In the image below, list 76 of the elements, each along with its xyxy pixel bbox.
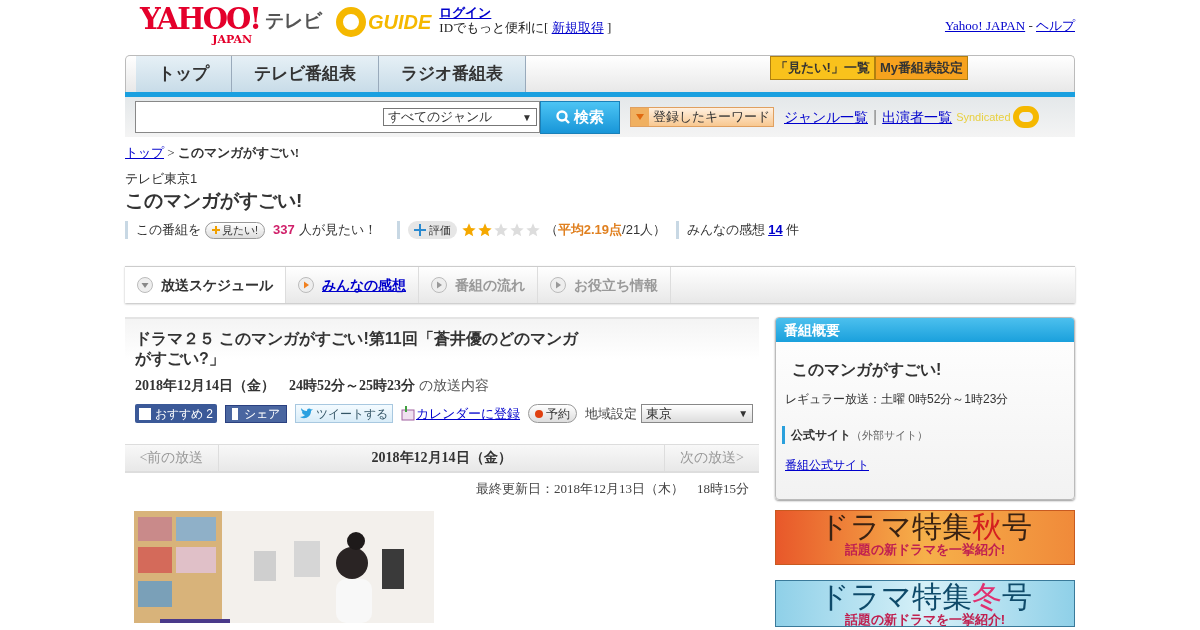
- yahoo-link[interactable]: Yahoo! JAPAN: [944, 18, 1026, 33]
- banner-title: ドラマ特集冬号: [818, 581, 1032, 613]
- official-site-link[interactable]: 番組公式サイト: [785, 456, 869, 474]
- reserve-button[interactable]: 予約: [528, 404, 578, 424]
- nav-tab[interactable]: ラジオ番組表: [379, 56, 526, 92]
- promo-banner[interactable]: ドラマ特集冬号 話題の新ドラマを一挙紹介!: [775, 580, 1075, 627]
- airtime-suffix: の放送内容: [418, 377, 489, 393]
- promo-banner[interactable]: ドラマ特集秋号 話題の新ドラマを一挙紹介!: [775, 510, 1075, 565]
- calendar-link[interactable]: カレンダーに登録: [416, 404, 521, 424]
- calendar-icon: [401, 406, 417, 422]
- breadcrumb-link[interactable]: トップ: [125, 145, 164, 160]
- breadcrumb-separator: >: [167, 145, 175, 160]
- region-label: 地域設定: [585, 405, 638, 423]
- genre-select[interactable]: すべてのジャンル ▼: [383, 108, 537, 126]
- section-tab[interactable]: みんなの感想: [286, 267, 419, 303]
- play-icon: [298, 277, 314, 293]
- official-label: 公式サイト: [791, 428, 851, 442]
- star-icon: [476, 222, 493, 238]
- cast-list-link[interactable]: 出演者一覧: [882, 106, 953, 128]
- plus-icon: [212, 226, 220, 234]
- last-updated: 最終更新日：2018年12月13日（木） 18時15分: [475, 479, 750, 498]
- service-name: テレビ: [265, 9, 322, 33]
- login-link[interactable]: ログイン: [439, 5, 492, 20]
- average-rating: （平均2.19点/21人）: [544, 221, 667, 240]
- help-link[interactable]: ヘルプ: [1036, 18, 1075, 33]
- star-icon: [492, 222, 509, 238]
- regular-schedule: レギュラー放送：土曜 0時52分～1時23分: [785, 391, 1010, 408]
- want-button[interactable]: 見たい!: [205, 221, 266, 239]
- official-note: （外部サイト）: [851, 429, 928, 441]
- tweet-button[interactable]: ツイートする: [295, 404, 394, 424]
- impressions-suffix: 件: [785, 221, 799, 240]
- airtime: 2018年12月14日（金） 24時52分～25時23分: [135, 378, 415, 393]
- section-tab[interactable]: 放送スケジュール: [125, 267, 286, 303]
- search-icon: [556, 110, 570, 124]
- rate-button[interactable]: 評価: [407, 221, 457, 239]
- signup-link[interactable]: 新規取得: [551, 20, 604, 35]
- keyword-button[interactable]: 登録したキーワード: [630, 107, 774, 127]
- recommend-button[interactable]: おすすめ 2: [135, 404, 218, 424]
- bracket-text: ]: [606, 20, 612, 35]
- star-icon: [460, 222, 477, 238]
- divider-text: |: [873, 107, 878, 127]
- nav-button[interactable]: 「見たい!」一覧: [769, 56, 875, 80]
- panel-header: 番組概要: [776, 318, 1074, 342]
- want-label: この番組を: [136, 221, 201, 240]
- plus-icon: [413, 224, 426, 236]
- channel-name: テレビ東京1: [125, 169, 199, 188]
- banner-title: ドラマ特集秋号: [818, 511, 1032, 543]
- impressions-label: みんなの感想: [687, 221, 766, 240]
- banner-subtitle: 話題の新ドラマを一挙紹介!: [844, 613, 1006, 626]
- share-button[interactable]: シェア: [225, 404, 288, 423]
- play-icon: [431, 277, 447, 293]
- id-text: IDでもっと便利に[: [439, 20, 549, 35]
- summary-title: このマンガがすごい!: [792, 360, 943, 380]
- current-date: 2018年12月14日（金）: [370, 449, 513, 467]
- caret-icon: [636, 114, 644, 120]
- play-icon: [550, 277, 566, 293]
- want-text: 人が見たい！: [298, 221, 377, 240]
- program-title: このマンガがすごい!: [125, 189, 304, 213]
- search-field[interactable]: すべてのジャンル ▼: [135, 101, 540, 133]
- nav-tab[interactable]: テレビ番組表: [232, 56, 379, 92]
- want-count: 337: [273, 221, 295, 240]
- syndicated-text: Syndicated: [956, 109, 1011, 125]
- nav-button[interactable]: My番組表設定: [874, 56, 968, 80]
- region-select[interactable]: 東京 ▼: [641, 404, 754, 424]
- breadcrumb-current: このマンガがすごい!: [177, 145, 300, 160]
- record-icon: [535, 409, 544, 418]
- separator-text: -: [1028, 18, 1033, 33]
- nav-tab[interactable]: トップ: [136, 56, 232, 92]
- star-icon: [524, 222, 541, 238]
- yahoo-logo[interactable]: YAHOO! JAPAN: [125, 5, 260, 45]
- genre-list-link[interactable]: ジャンル一覧: [784, 106, 868, 128]
- impressions-count[interactable]: 14: [768, 220, 783, 240]
- star-icon: [508, 222, 525, 238]
- episode-title: ドラマ２５ このマンガがすごい!第11回「蒼井優のどのマンガがすごい?」: [135, 329, 580, 369]
- bird-icon: [300, 408, 315, 420]
- banner-subtitle: 話題の新ドラマを一挙紹介!: [844, 543, 1006, 557]
